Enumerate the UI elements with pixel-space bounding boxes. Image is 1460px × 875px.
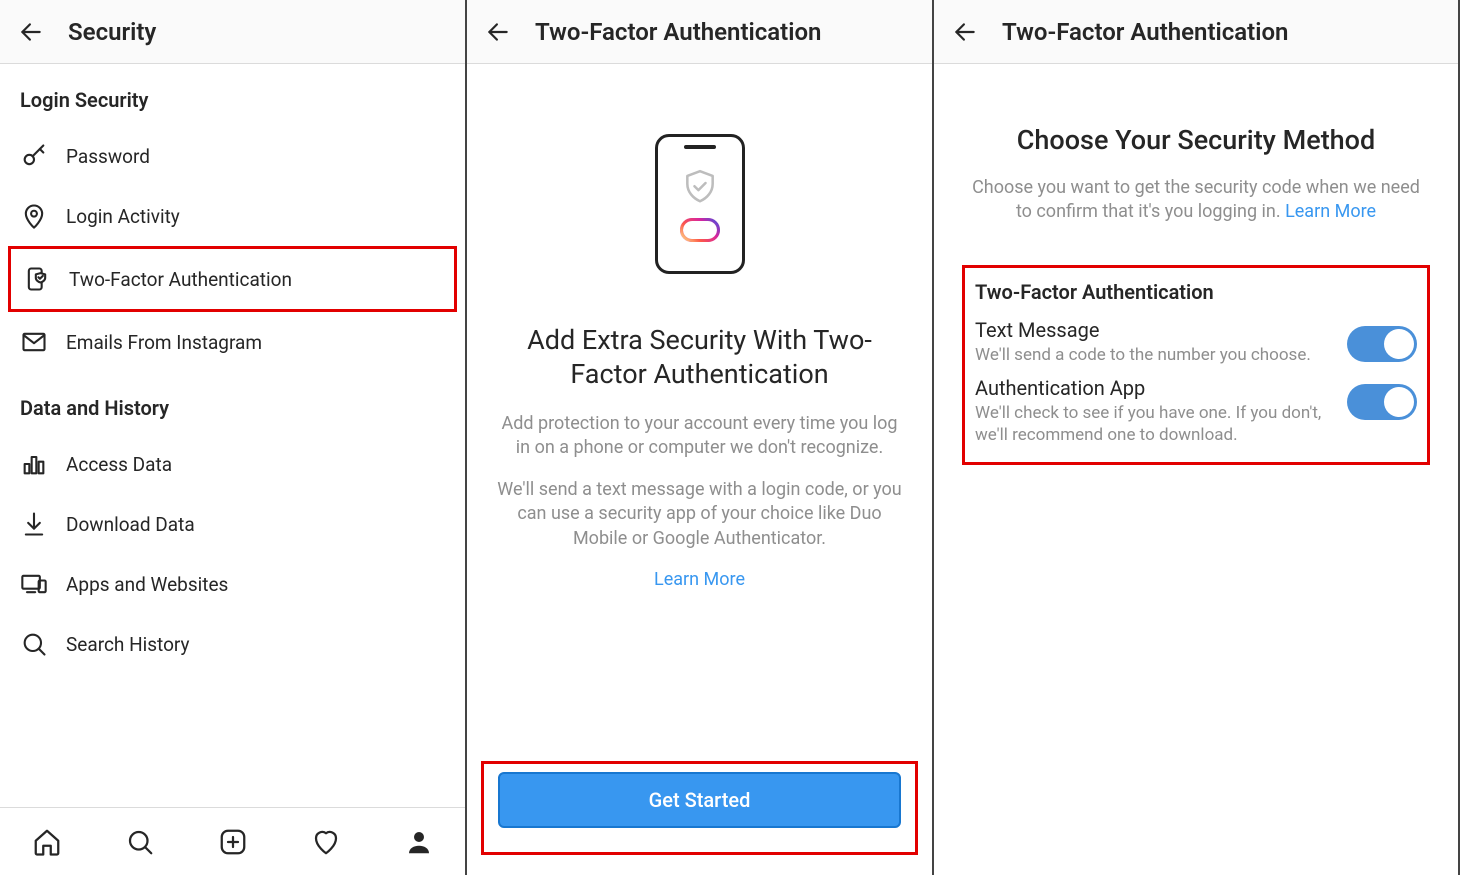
option-auth-app: Authentication App We'll check to see if…: [975, 376, 1417, 446]
learn-more-link[interactable]: Learn More: [654, 569, 745, 590]
page-title: Two-Factor Authentication: [1002, 18, 1288, 46]
learn-more-link[interactable]: Learn More: [1285, 201, 1376, 222]
add-post-tab-icon[interactable]: [218, 827, 248, 857]
get-started-button[interactable]: Get Started: [498, 772, 901, 828]
download-icon: [20, 510, 48, 538]
menu-item-apps-websites[interactable]: Apps and Websites: [0, 554, 465, 614]
activity-tab-icon[interactable]: [311, 827, 341, 857]
menu-item-search-history[interactable]: Search History: [0, 614, 465, 674]
bottom-tabbar: [0, 807, 465, 875]
page-title: Two-Factor Authentication: [535, 18, 821, 46]
menu-item-two-factor[interactable]: Two-Factor Authentication: [8, 246, 457, 312]
back-arrow-icon[interactable]: [952, 19, 978, 45]
menu-item-label: Search History: [66, 633, 190, 656]
option-sub: We'll send a code to the number you choo…: [975, 344, 1333, 366]
menu-item-label: Access Data: [66, 453, 172, 476]
two-factor-method-screen: Two-Factor Authentication Choose Your Se…: [934, 0, 1460, 875]
profile-tab-icon[interactable]: [404, 827, 434, 857]
intro-heading: Add Extra Security With Two-Factor Authe…: [497, 324, 902, 392]
two-factor-intro-screen: Two-Factor Authentication Add Extra Secu…: [467, 0, 934, 875]
bar-chart-icon: [20, 450, 48, 478]
option-text-message: Text Message We'll send a code to the nu…: [975, 318, 1417, 366]
header-bar: Security: [0, 0, 465, 64]
menu-item-label: Password: [66, 145, 150, 168]
intro-desc-1: Add protection to your account every tim…: [497, 412, 902, 461]
phone-shield-icon: [23, 265, 51, 293]
header-bar: Two-Factor Authentication: [467, 0, 932, 64]
menu-item-label: Login Activity: [66, 205, 180, 228]
section-heading-data: Data and History: [0, 372, 465, 434]
auth-app-toggle[interactable]: [1347, 384, 1417, 420]
intro-desc-2: We'll send a text message with a login c…: [497, 478, 902, 551]
two-factor-intro-body: Add Extra Security With Two-Factor Authe…: [467, 64, 932, 761]
tfa-box-title: Two-Factor Authentication: [975, 280, 1417, 304]
cta-highlight: Get Started: [481, 761, 918, 855]
menu-item-download-data[interactable]: Download Data: [0, 494, 465, 554]
location-pin-icon: [20, 202, 48, 230]
page-title: Security: [68, 18, 156, 46]
menu-item-login-activity[interactable]: Login Activity: [0, 186, 465, 246]
menu-item-emails[interactable]: Emails From Instagram: [0, 312, 465, 372]
search-icon: [20, 630, 48, 658]
two-factor-method-body: Choose Your Security Method Choose you w…: [934, 64, 1458, 465]
header-bar: Two-Factor Authentication: [934, 0, 1458, 64]
text-message-toggle[interactable]: [1347, 326, 1417, 362]
method-heading: Choose Your Security Method: [962, 124, 1430, 156]
search-tab-icon[interactable]: [125, 827, 155, 857]
menu-item-password[interactable]: Password: [0, 126, 465, 186]
menu-item-label: Download Data: [66, 513, 195, 536]
phone-illustration-icon: [655, 134, 745, 274]
security-body: Login Security Password Login Activity T…: [0, 64, 465, 807]
devices-icon: [20, 570, 48, 598]
section-heading-login: Login Security: [0, 64, 465, 126]
menu-item-label: Emails From Instagram: [66, 331, 262, 354]
option-title: Text Message: [975, 318, 1333, 342]
mail-icon: [20, 328, 48, 356]
menu-item-label: Apps and Websites: [66, 573, 228, 596]
cta-label: Get Started: [649, 788, 751, 812]
key-icon: [20, 142, 48, 170]
method-desc: Choose you want to get the security code…: [962, 176, 1430, 225]
back-arrow-icon[interactable]: [485, 19, 511, 45]
menu-item-access-data[interactable]: Access Data: [0, 434, 465, 494]
option-sub: We'll check to see if you have one. If y…: [975, 402, 1333, 446]
back-arrow-icon[interactable]: [18, 19, 44, 45]
security-screen: Security Login Security Password Login A…: [0, 0, 467, 875]
option-title: Authentication App: [975, 376, 1333, 400]
tfa-options-box: Two-Factor Authentication Text Message W…: [962, 265, 1430, 465]
home-tab-icon[interactable]: [32, 827, 62, 857]
menu-item-label: Two-Factor Authentication: [69, 268, 292, 291]
